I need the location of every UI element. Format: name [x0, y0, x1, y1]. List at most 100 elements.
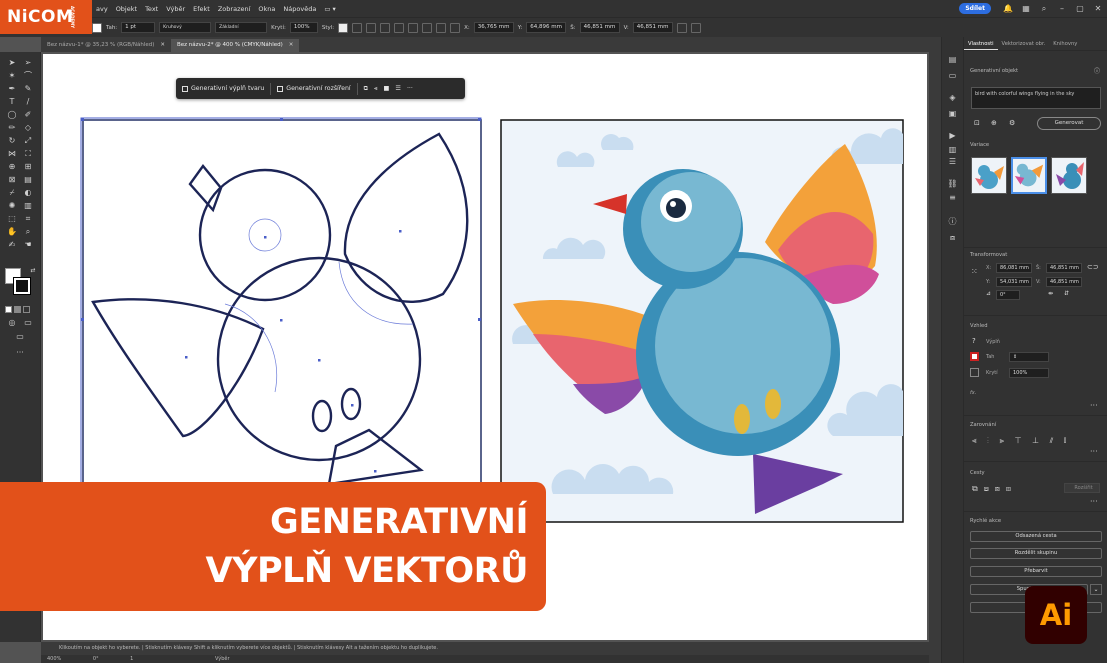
- more-tools-icon[interactable]: ▭: [14, 332, 26, 342]
- actions-icon[interactable]: ▶: [947, 131, 958, 140]
- brushes-icon[interactable]: ≡: [947, 193, 958, 202]
- height-field[interactable]: 46,851 mm: [632, 22, 673, 33]
- gen-expand-button[interactable]: Generativní rozšíření: [277, 85, 351, 92]
- tab-document-1[interactable]: Bez názvu-1* @ 35,23 % (RGB/Náhled) ✕: [41, 39, 171, 52]
- fill-button[interactable]: ■: [384, 85, 390, 92]
- settings-icon[interactable]: ⚙: [1009, 119, 1015, 127]
- reference-point-icon[interactable]: ⁙: [971, 267, 978, 276]
- graph-tool-icon[interactable]: ▥: [22, 201, 34, 211]
- artboard-number[interactable]: 1: [130, 656, 133, 662]
- more-options-icon[interactable]: ···: [407, 85, 413, 92]
- expand-button[interactable]: Rozšířit: [1064, 483, 1100, 493]
- menu-item-select[interactable]: Výběr: [162, 5, 189, 13]
- prompt-input[interactable]: bird with colorful wings flying in the s…: [971, 87, 1101, 109]
- links-icon[interactable]: ⛓: [947, 179, 958, 188]
- gradient-mode-icon[interactable]: [14, 306, 21, 313]
- variation-thumb-3[interactable]: [1051, 157, 1087, 194]
- style-swatch[interactable]: [338, 22, 349, 33]
- hand-tool-icon[interactable]: ✋: [6, 227, 18, 237]
- angle-field[interactable]: 0°: [996, 290, 1020, 300]
- fx-label[interactable]: fx.: [970, 390, 976, 396]
- libraries-icon[interactable]: ▭: [947, 71, 958, 80]
- search-icon[interactable]: ⌕: [1039, 4, 1049, 14]
- menu-item-edit[interactable]: avy: [92, 5, 112, 13]
- notification-icon[interactable]: 🔔: [1003, 4, 1013, 14]
- x-field[interactable]: 86,081 mm: [996, 263, 1032, 273]
- isolate-icon[interactable]: [690, 22, 701, 33]
- layers-icon[interactable]: ◈: [947, 93, 958, 102]
- dock-collapse-strip[interactable]: [929, 37, 941, 663]
- style-ref-icon[interactable]: ⊕: [991, 119, 997, 127]
- minimize-icon[interactable]: –: [1057, 4, 1067, 14]
- slice-tool-icon[interactable]: ⌗: [22, 214, 34, 224]
- more-options-icon[interactable]: ···: [1090, 401, 1098, 410]
- tab-libraries[interactable]: Knihovny: [1049, 37, 1081, 50]
- gen-shape-fill-button[interactable]: Generativní výplň tvaru: [182, 85, 264, 92]
- lasso-icon[interactable]: ⌒: [22, 71, 34, 81]
- brush-definition-dropdown[interactable]: Základní: [215, 22, 268, 33]
- shaper-tool-icon[interactable]: ✏: [6, 123, 18, 133]
- stroke-swatch[interactable]: [970, 352, 979, 361]
- transform-icon[interactable]: [676, 22, 687, 33]
- stroke-weight-field[interactable]: 1 pt: [121, 22, 156, 33]
- menu-item-effect[interactable]: Efekt: [189, 5, 214, 13]
- gradient-tool-icon[interactable]: ▤: [22, 175, 34, 185]
- history-icon[interactable]: ▥: [947, 145, 958, 154]
- brush-tool-icon[interactable]: ✐: [22, 110, 34, 120]
- selection-tool-icon[interactable]: ➤: [6, 58, 18, 68]
- align-left-icon[interactable]: [366, 22, 377, 33]
- recolor-button[interactable]: Přebarvit: [970, 566, 1102, 577]
- width-field[interactable]: 46,851 mm: [579, 22, 620, 33]
- none-mode-icon[interactable]: [23, 306, 30, 313]
- width-tool-icon[interactable]: ⋈: [6, 149, 18, 159]
- rotate-view[interactable]: 0°: [93, 656, 99, 662]
- height-field[interactable]: 46,851 mm: [1046, 277, 1082, 287]
- share-button[interactable]: Sdílet: [959, 3, 991, 14]
- recolor-icon[interactable]: [352, 22, 363, 33]
- pencil-tool-icon[interactable]: ✍: [6, 240, 18, 250]
- edit-toolbar-icon[interactable]: ···: [14, 348, 26, 358]
- swap-colors-icon[interactable]: ⇄: [27, 266, 39, 276]
- symbol-sprayer-icon[interactable]: ✺: [6, 201, 18, 211]
- opacity-field[interactable]: 100%: [289, 22, 318, 33]
- magic-wand-icon[interactable]: ✶: [6, 71, 18, 81]
- isolate-button[interactable]: ⧉: [364, 85, 368, 93]
- close-icon[interactable]: ✕: [289, 42, 294, 48]
- workspace-icon[interactable]: ▭ ▾: [320, 5, 339, 13]
- align-right-icon[interactable]: [394, 22, 405, 33]
- rotate-tool-icon[interactable]: ↻: [6, 136, 18, 146]
- align-button[interactable]: ⫷: [374, 85, 378, 93]
- close-icon[interactable]: ✕: [160, 42, 165, 48]
- draw-mode-icon[interactable]: ◎: [6, 318, 18, 328]
- eraser-icon[interactable]: ◇: [22, 123, 34, 133]
- variation-thumb-1[interactable]: [971, 157, 1007, 194]
- zoom-tool-icon[interactable]: ⌕: [22, 227, 34, 237]
- free-transform-icon[interactable]: ⛶: [22, 149, 34, 159]
- link-proportions-icon[interactable]: ⊂⊃: [1087, 263, 1099, 271]
- menu-item-help[interactable]: Nápověda: [279, 5, 320, 13]
- curvature-icon[interactable]: ✎: [22, 84, 34, 94]
- eyedropper-icon[interactable]: ⌿: [6, 188, 18, 198]
- more-options-icon[interactable]: ···: [1090, 447, 1098, 456]
- chevron-down-icon[interactable]: ⌄: [1090, 584, 1102, 595]
- window-arrange-icon[interactable]: ▦: [1021, 4, 1031, 14]
- comments-icon[interactable]: ☰: [947, 157, 958, 166]
- color-mode-icon[interactable]: [5, 306, 12, 313]
- menu-item-object[interactable]: Objekt: [112, 5, 141, 13]
- y-field[interactable]: 54,031 mm: [996, 277, 1032, 287]
- flip-vertical-icon[interactable]: ⇵: [1064, 290, 1069, 297]
- ungroup-button[interactable]: Rozdělit skupinu: [970, 548, 1102, 559]
- flip-horizontal-icon[interactable]: ⇹: [1048, 290, 1053, 297]
- info-icon[interactable]: ⓘ: [1094, 66, 1100, 75]
- stroke-color-swatch[interactable]: [13, 277, 31, 295]
- align-center-icon[interactable]: [380, 22, 391, 33]
- artboard-tool-icon[interactable]: ⬚: [6, 214, 18, 224]
- stroke-weight-field[interactable]: ⇕: [1009, 352, 1049, 362]
- menu-item-view[interactable]: Zobrazení: [214, 5, 255, 13]
- menu-item-window[interactable]: Okna: [254, 5, 279, 13]
- offset-path-button[interactable]: Odsazená cesta: [970, 531, 1102, 542]
- screen-mode-icon[interactable]: ▭: [22, 318, 34, 328]
- shape-icon[interactable]: ⊡: [974, 119, 980, 127]
- shape-builder-icon[interactable]: ⊕: [6, 162, 18, 172]
- perspective-icon[interactable]: ⊞: [22, 162, 34, 172]
